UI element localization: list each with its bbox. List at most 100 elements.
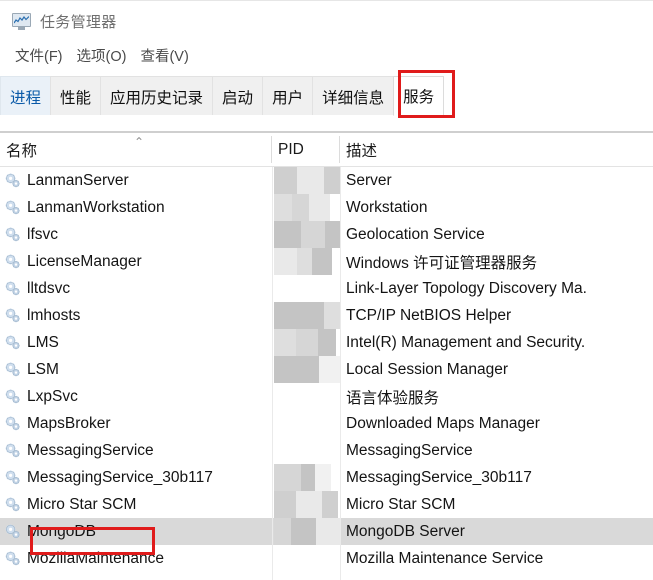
tab-services[interactable]: 服务 (393, 76, 445, 116)
redacted-block (292, 194, 309, 221)
cell-description: MongoDB Server (346, 522, 465, 540)
window-title: 任务管理器 (40, 13, 117, 31)
cell-pid (272, 383, 340, 410)
menu-item-file[interactable]: 文件(F) (8, 43, 70, 68)
cell-description: Local Session Manager (346, 360, 508, 378)
cell-description: MessagingService_30b117 (346, 468, 532, 486)
tab-app-history[interactable]: 应用历史记录 (100, 76, 214, 116)
cell-description: Server (346, 171, 392, 189)
cell-service-name: LxpSvc (0, 383, 272, 410)
table-row[interactable]: MongoDB MongoDB Server (0, 518, 653, 545)
column-header-description[interactable]: 描述 (340, 133, 653, 166)
column-header-pid[interactable]: PID (272, 133, 340, 166)
service-gears-icon (4, 550, 21, 567)
redacted-block (315, 464, 331, 491)
table-row[interactable]: LMS Intel(R) Management and Security. (0, 329, 653, 356)
table-row[interactable]: LanmanServer Server (0, 167, 653, 194)
cell-description: Link-Layer Topology Discovery Ma. (346, 279, 587, 297)
service-gears-icon (4, 361, 21, 378)
cell-service-name: lfsvc (0, 221, 272, 248)
service-name-label: Micro Star SCM (27, 495, 137, 513)
service-name-label: MongoDB (27, 522, 96, 540)
cell-service-name: LMS (0, 329, 272, 356)
service-gears-icon (4, 199, 21, 216)
service-gears-icon (4, 334, 21, 351)
tab-users[interactable]: 用户 (262, 76, 314, 116)
cell-service-name: LanmanServer (0, 167, 272, 194)
cell-service-name: LSM (0, 356, 272, 383)
service-name-label: LicenseManager (27, 252, 142, 270)
redacted-block (291, 518, 316, 545)
service-gears-icon (4, 523, 21, 540)
cell-description: Workstation (346, 198, 428, 216)
service-gears-icon (4, 253, 21, 270)
service-gears-icon (4, 442, 21, 459)
cell-description: TCP/IP NetBIOS Helper (346, 306, 512, 324)
service-name-label: LanmanWorkstation (27, 198, 165, 216)
service-name-label: MozillaMaintenance (27, 549, 164, 567)
cell-service-name: Micro Star SCM (0, 491, 272, 518)
redacted-pid-blocks (274, 221, 340, 248)
tab-strip-underline (0, 115, 653, 116)
redacted-pid-blocks (274, 464, 331, 491)
service-name-label: MessagingService (27, 441, 154, 459)
cell-pid (272, 275, 340, 302)
table-row[interactable]: Micro Star SCM Micro Star SCM (0, 491, 653, 518)
redacted-block (301, 221, 325, 248)
chart-glyph (14, 15, 29, 23)
service-gears-icon (4, 388, 21, 405)
redacted-block (319, 356, 340, 383)
tab-processes[interactable]: 进程 (0, 76, 52, 116)
redacted-block (292, 356, 319, 383)
redacted-block (316, 518, 340, 545)
table-body[interactable]: LanmanServer Server LanmanWorkstation Works… (0, 167, 653, 580)
tab-performance[interactable]: 性能 (50, 76, 102, 116)
table-row[interactable]: MessagingService MessagingService (0, 437, 653, 464)
cell-service-name: MessagingService (0, 437, 272, 464)
table-row[interactable]: LicenseManager Windows 许可证管理器服务 (0, 248, 653, 275)
table-row[interactable]: MozillaMaintenance Mozilla Maintenance Se… (0, 545, 653, 572)
table-row[interactable]: lltdsvc Link-Layer Topology Discovery Ma. (0, 275, 653, 302)
service-gears-icon (4, 496, 21, 513)
table-row[interactable]: MapsBroker Downloaded Maps Manager (0, 410, 653, 437)
redacted-block (274, 194, 292, 221)
cell-description: Mozilla Maintenance Service (346, 549, 544, 567)
menu-item-options[interactable]: 选项(O) (70, 43, 134, 68)
redacted-block (274, 221, 301, 248)
menu-item-view[interactable]: 查看(V) (133, 43, 195, 68)
tab-list: 进程 性能 应用历史记录 启动 用户 详细信息 服务 (0, 76, 445, 116)
table-row[interactable]: LxpSvc 语言体验服务 (0, 383, 653, 410)
tab-details[interactable]: 详细信息 (312, 76, 395, 116)
redacted-block (274, 356, 292, 383)
tab-startup[interactable]: 启动 (212, 76, 264, 116)
redacted-block (274, 329, 296, 356)
service-gears-icon (4, 226, 21, 243)
table-row[interactable]: LanmanWorkstation Workstation (0, 194, 653, 221)
table-row[interactable]: lmhosts TCP/IP NetBIOS Helper (0, 302, 653, 329)
service-name-label: LxpSvc (27, 387, 78, 405)
redacted-block (296, 329, 318, 356)
cell-pid (272, 410, 340, 437)
menu-bar: 文件(F) 选项(O) 查看(V) (0, 41, 653, 70)
column-header-name[interactable]: 名称 ⌃ (0, 133, 272, 166)
redacted-pid-blocks (274, 302, 340, 329)
redacted-pid-blocks (274, 167, 340, 194)
column-header-name-label: 名称 (6, 142, 38, 160)
cell-pid (272, 518, 340, 545)
cell-pid (272, 302, 340, 329)
cell-description: Downloaded Maps Manager (346, 414, 540, 432)
cell-description: MessagingService (346, 441, 473, 459)
redacted-block (274, 491, 296, 518)
table-row[interactable]: LSM Local Session Manager (0, 356, 653, 383)
services-table: 名称 ⌃ PID 描述 LanmanServer Server LanmanWork… (0, 131, 653, 580)
sort-ascending-icon: ⌃ (134, 135, 145, 149)
cell-service-name: LanmanWorkstation (0, 194, 272, 221)
cell-service-name: MongoDB (0, 518, 272, 545)
redacted-pid-blocks (274, 518, 340, 545)
redacted-block (301, 464, 315, 491)
cell-pid (272, 248, 340, 275)
cell-pid (272, 356, 340, 383)
task-manager-window: 任务管理器 文件(F) 选项(O) 查看(V) 进程 性能 应用历史记录 启动 … (0, 0, 653, 580)
table-row[interactable]: lfsvc Geolocation Service (0, 221, 653, 248)
table-row[interactable]: MessagingService_30b117 MessagingService_… (0, 464, 653, 491)
